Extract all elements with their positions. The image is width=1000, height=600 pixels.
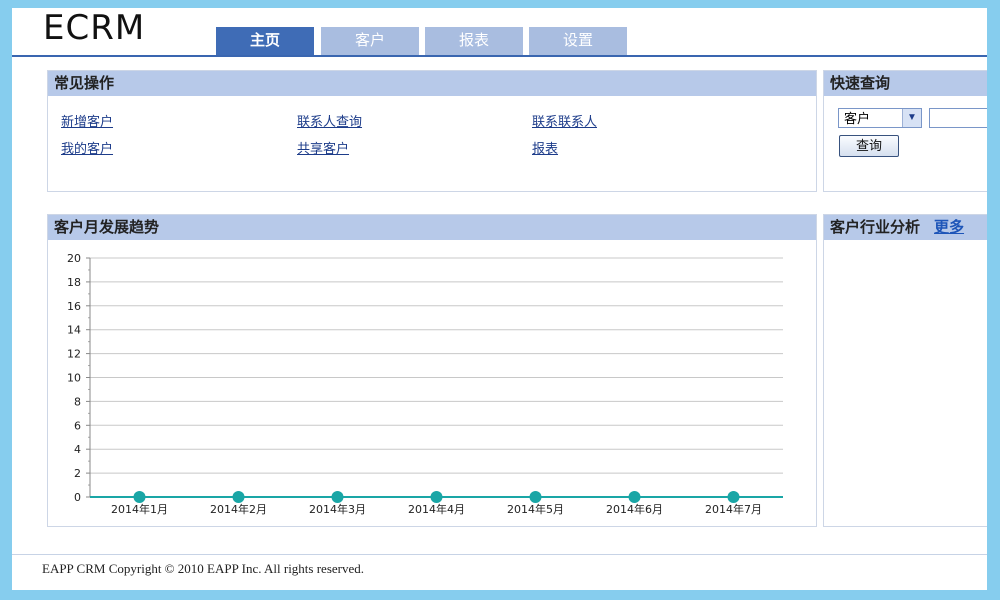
industry-panel: 客户行业分析 更多 bbox=[823, 214, 987, 527]
y-tick-label: 18 bbox=[67, 276, 81, 289]
x-tick-label: 2014年7月 bbox=[705, 502, 762, 516]
query-type-value: 客户 bbox=[844, 111, 871, 126]
y-tick-label: 0 bbox=[74, 491, 81, 504]
x-tick-label: 2014年1月 bbox=[111, 502, 168, 516]
reports-link[interactable]: 报表 bbox=[532, 138, 558, 157]
tab-home[interactable]: 主页 bbox=[216, 27, 314, 55]
y-tick-label: 12 bbox=[67, 348, 81, 361]
y-tick-label: 4 bbox=[74, 443, 81, 456]
data-point bbox=[727, 491, 740, 503]
quick-query-panel: 快速查询 客户 ▼ 查询 bbox=[823, 70, 987, 192]
y-tick-label: 10 bbox=[67, 372, 81, 385]
contact-contacts-link[interactable]: 联系联系人 bbox=[532, 111, 597, 130]
my-customers-link[interactable]: 我的客户 bbox=[61, 138, 113, 157]
y-tick-label: 2 bbox=[74, 467, 81, 480]
y-tick-label: 16 bbox=[67, 300, 81, 313]
main-nav: 主页 客户 报表 设置 bbox=[12, 27, 987, 57]
trend-title: 客户月发展趋势 bbox=[48, 215, 816, 240]
industry-title: 客户行业分析 bbox=[830, 219, 921, 236]
shared-customers-link[interactable]: 共享客户 bbox=[297, 138, 349, 157]
x-tick-label: 2014年3月 bbox=[309, 502, 366, 516]
data-point bbox=[628, 491, 641, 503]
x-tick-label: 2014年2月 bbox=[210, 502, 267, 516]
industry-header: 客户行业分析 更多 bbox=[824, 215, 987, 240]
footer-divider bbox=[12, 554, 987, 555]
tab-settings[interactable]: 设置 bbox=[529, 27, 627, 55]
footer-copyright: EAPP CRM Copyright © 2010 EAPP Inc. All … bbox=[42, 561, 364, 576]
data-point bbox=[430, 491, 443, 503]
trend-chart: 0 2 4 6 8 10 12 14 16 18 20 2014年1月 2014年2月 2014年3月 20… bbox=[67, 252, 783, 516]
data-point bbox=[529, 491, 542, 503]
y-tick-label: 14 bbox=[67, 324, 81, 337]
y-tick-label: 8 bbox=[74, 395, 81, 408]
query-type-select[interactable]: 客户 ▼ bbox=[838, 108, 922, 128]
x-tick-label: 2014年5月 bbox=[507, 502, 564, 516]
more-link[interactable]: 更多 bbox=[934, 219, 964, 236]
app-frame: ECRM 主页 客户 报表 设置 常见操作 新增客户 联系人查询 联系联系人 我… bbox=[12, 8, 987, 590]
x-tick-label: 2014年4月 bbox=[408, 502, 465, 516]
query-input[interactable] bbox=[929, 108, 987, 128]
trend-panel: 客户月发展趋势 0 2 4 6 8 10 12 14 16 18 20 2014年1月 2014年2月 2… bbox=[47, 214, 817, 527]
tab-reports[interactable]: 报表 bbox=[425, 27, 523, 55]
data-point bbox=[133, 491, 146, 503]
x-tick-label: 2014年6月 bbox=[606, 502, 663, 516]
contact-query-link[interactable]: 联系人查询 bbox=[297, 111, 362, 130]
y-tick-label: 20 bbox=[67, 252, 81, 265]
add-customer-link[interactable]: 新增客户 bbox=[61, 111, 113, 130]
common-ops-title: 常见操作 bbox=[48, 71, 816, 96]
tab-customers[interactable]: 客户 bbox=[321, 27, 419, 55]
data-point bbox=[331, 491, 344, 503]
common-ops-panel: 常见操作 新增客户 联系人查询 联系联系人 我的客户 共享客户 报表 bbox=[47, 70, 817, 192]
quick-query-title: 快速查询 bbox=[824, 71, 987, 96]
chevron-down-icon: ▼ bbox=[902, 109, 921, 127]
y-tick-label: 6 bbox=[74, 419, 81, 432]
query-button[interactable]: 查询 bbox=[839, 135, 899, 157]
data-point bbox=[232, 491, 245, 503]
